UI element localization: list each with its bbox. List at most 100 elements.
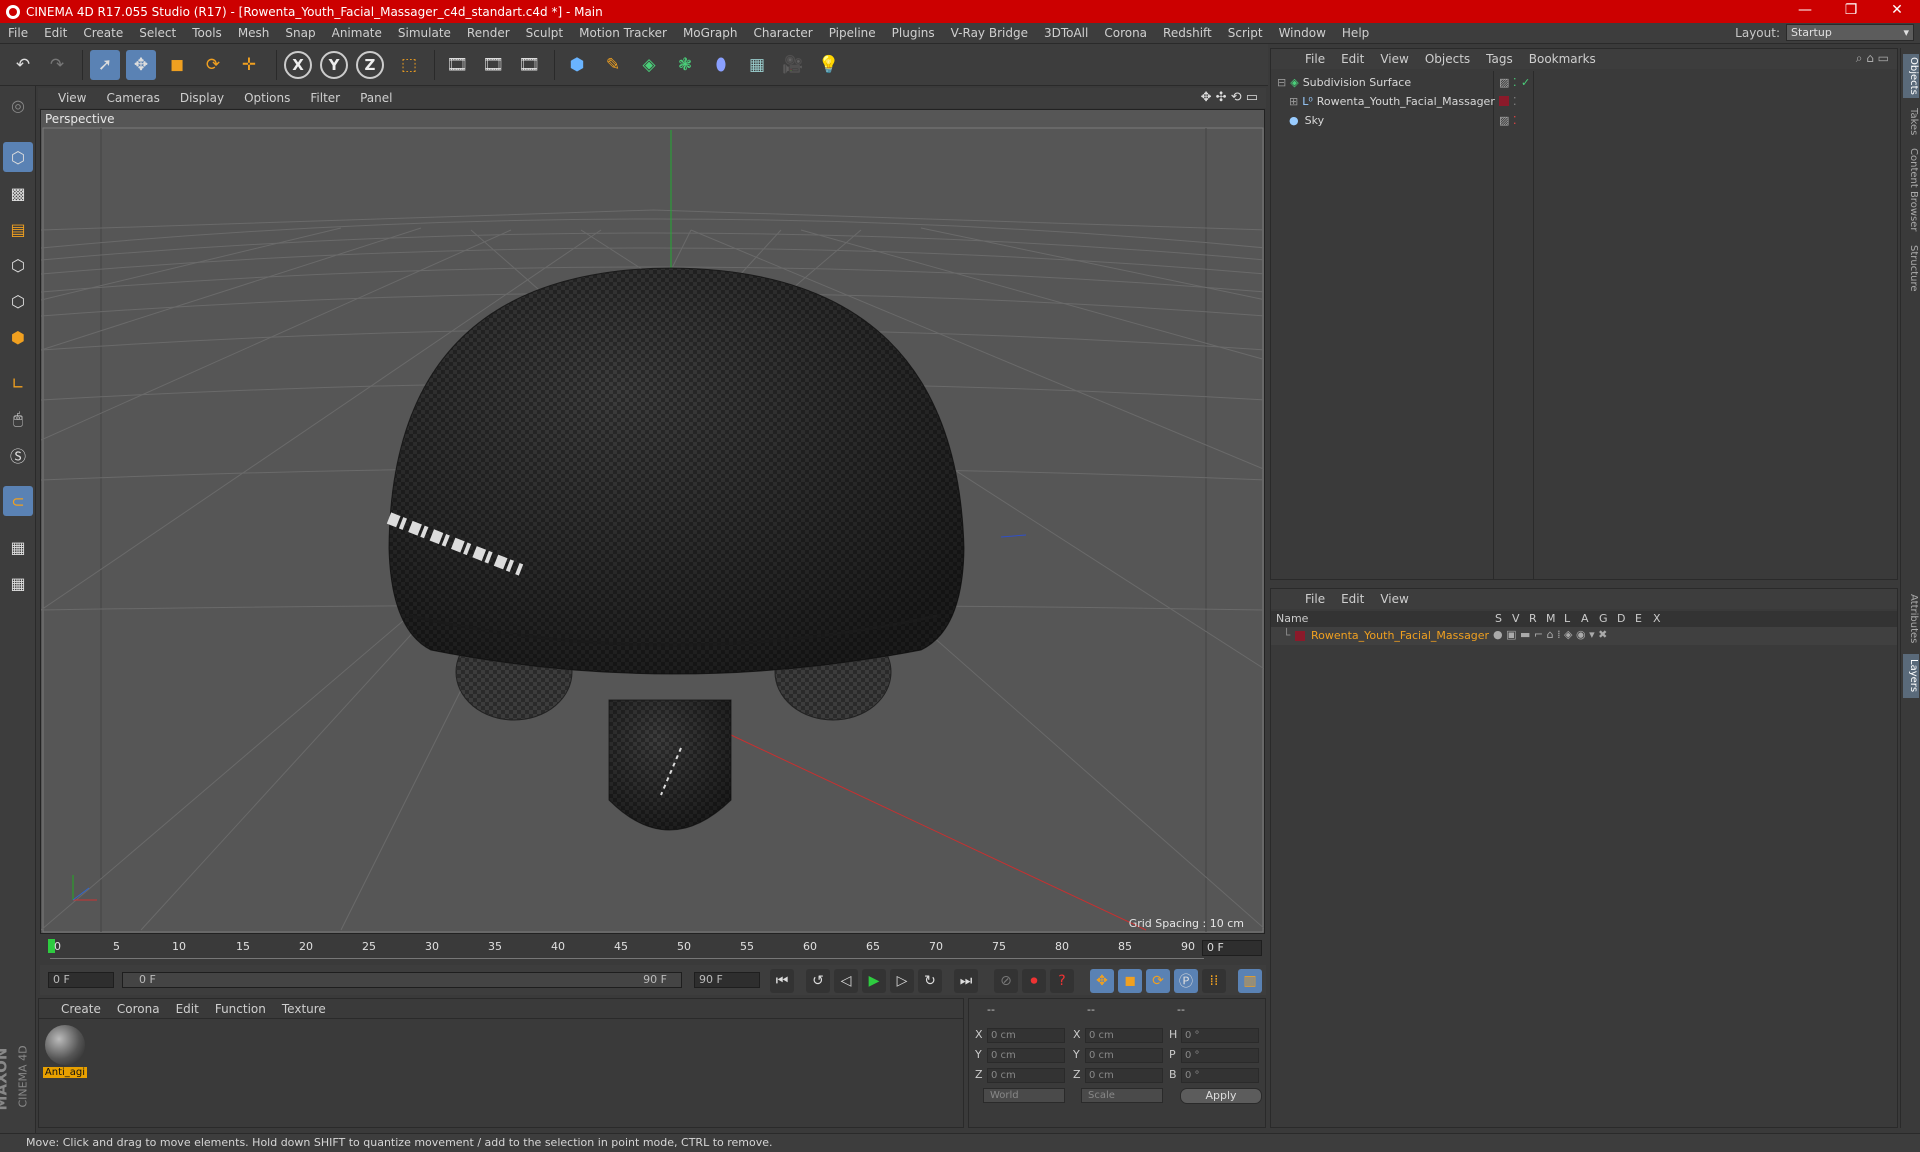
key-position-icon[interactable]: ✥ <box>1090 969 1114 993</box>
massager-model[interactable] <box>386 267 965 831</box>
layer-toggle-icon[interactable]: ▨ <box>1499 114 1509 127</box>
play-icon[interactable]: ▶ <box>862 969 886 993</box>
coordinate-system-icon[interactable]: ⬚ <box>394 50 424 80</box>
timeline[interactable]: 0 5 10 15 20 25 30 35 40 45 50 55 60 65 … <box>40 936 1266 962</box>
menu-pipeline[interactable]: Pipeline <box>821 26 884 40</box>
layers-menu-view[interactable]: View <box>1372 592 1416 606</box>
object-row-subdivision-surface[interactable]: ⊟ ◈ Subdivision Surface ▨ ⁚ ✓ <box>1271 73 1897 91</box>
size-z-field[interactable]: 0 cm <box>1085 1068 1163 1083</box>
cube-primitive-icon[interactable]: ⬢ <box>562 50 592 80</box>
viewport-menu-cameras[interactable]: Cameras <box>96 91 169 105</box>
viewport-menu-panel[interactable]: Panel <box>350 91 402 105</box>
coordinate-space-dropdown[interactable]: World <box>983 1088 1065 1103</box>
viewport-menu-filter[interactable]: Filter <box>300 91 350 105</box>
layer-row[interactable]: └ Rowenta_Youth_Facial_Massager ● ▣ ▬ ⌐ … <box>1271 627 1897 645</box>
menu-redshift[interactable]: Redshift <box>1155 26 1220 40</box>
current-frame-field[interactable]: 0 F <box>1202 940 1262 956</box>
key-scale-icon[interactable]: ◼ <box>1118 969 1142 993</box>
deformer-icon[interactable]: ⬮ <box>706 50 736 80</box>
layer-toggle-icon[interactable]: ▨ <box>1499 76 1509 89</box>
autokey-icon[interactable]: ? <box>1050 969 1074 993</box>
layers-menu-file[interactable]: File <box>1297 592 1333 606</box>
objects-menu-tags[interactable]: Tags <box>1478 52 1521 66</box>
menu-simulate[interactable]: Simulate <box>390 26 459 40</box>
menu-mesh[interactable]: Mesh <box>230 26 278 40</box>
pos-z-field[interactable]: 0 cm <box>987 1068 1065 1083</box>
objects-menu-file[interactable]: File <box>1297 52 1333 66</box>
menu-create[interactable]: Create <box>75 26 131 40</box>
objects-menu-view[interactable]: View <box>1372 52 1416 66</box>
key-parameter-icon[interactable]: Ⓟ <box>1174 969 1198 993</box>
workplane-mode-icon[interactable]: ▤ <box>3 214 33 244</box>
menu-snap[interactable]: Snap <box>277 26 323 40</box>
z-axis-lock-button[interactable]: Z <box>356 51 384 79</box>
go-to-end-icon[interactable]: ⏭ <box>954 969 978 993</box>
enabled-check-icon[interactable]: ✓ <box>1521 76 1530 89</box>
undo-icon[interactable]: ↶ <box>8 50 38 80</box>
menu-motion-tracker[interactable]: Motion Tracker <box>571 26 675 40</box>
visibility-dots-icon[interactable]: ⁚ <box>1513 114 1517 127</box>
make-editable-icon[interactable]: ◎ <box>3 90 33 120</box>
next-frame-icon[interactable]: ▷ <box>890 969 914 993</box>
scale-tool-icon[interactable]: ◼ <box>162 50 192 80</box>
menu-render[interactable]: Render <box>459 26 518 40</box>
layer-color-swatch[interactable] <box>1499 96 1509 106</box>
pos-x-field[interactable]: 0 cm <box>987 1028 1065 1043</box>
menu-animate[interactable]: Animate <box>324 26 390 40</box>
material-menu-corona[interactable]: Corona <box>109 1002 168 1016</box>
material-swatch[interactable]: Anti_agi <box>43 1025 87 1081</box>
visibility-dots-icon[interactable]: ⁚ <box>1513 76 1517 89</box>
render-settings-icon[interactable]: 🎞 <box>514 50 544 80</box>
rot-p-field[interactable]: 0 ° <box>1181 1048 1259 1063</box>
menu-help[interactable]: Help <box>1334 26 1377 40</box>
model-mode-icon[interactable]: ⬡ <box>3 142 33 172</box>
end-frame-field[interactable]: 90 F <box>694 972 760 988</box>
select-tool-icon[interactable]: ➚ <box>90 50 120 80</box>
move-tool-icon[interactable]: ✥ <box>126 50 156 80</box>
tab-objects[interactable]: Objects <box>1903 54 1919 98</box>
objects-menu-objects[interactable]: Objects <box>1417 52 1478 66</box>
menu-script[interactable]: Script <box>1220 26 1271 40</box>
material-menu-edit[interactable]: Edit <box>168 1002 207 1016</box>
minimize-button[interactable]: — <box>1782 0 1828 23</box>
viewport-menu-options[interactable]: Options <box>234 91 300 105</box>
material-menu-texture[interactable]: Texture <box>274 1002 334 1016</box>
close-button[interactable]: ✕ <box>1874 0 1920 23</box>
go-to-start-icon[interactable]: ⏮ <box>770 969 794 993</box>
magnet-icon[interactable]: ⊂ <box>3 486 33 516</box>
menu-edit[interactable]: Edit <box>36 26 75 40</box>
redo-icon[interactable]: ↷ <box>42 50 72 80</box>
next-key-icon[interactable]: ↻ <box>918 969 942 993</box>
viewport-navigation-icons[interactable]: ✥ ✣ ⟲ ▭ <box>1201 90 1258 105</box>
objects-menu-bookmarks[interactable]: Bookmarks <box>1521 52 1604 66</box>
points-mode-icon[interactable]: ⬡ <box>3 250 33 280</box>
tab-takes[interactable]: Takes <box>1903 104 1919 140</box>
tab-layers[interactable]: Layers <box>1903 654 1919 698</box>
light-icon[interactable]: 💡 <box>814 50 844 80</box>
menu-plugins[interactable]: Plugins <box>884 26 943 40</box>
objects-search-home-icons[interactable]: ⌕ ⌂ ▭ <box>1856 51 1889 66</box>
timeline-window-icon[interactable]: ▥ <box>1238 969 1262 993</box>
size-y-field[interactable]: 0 cm <box>1085 1048 1163 1063</box>
size-mode-dropdown[interactable]: Scale <box>1081 1088 1163 1103</box>
maximize-button[interactable]: ❐ <box>1828 0 1874 23</box>
viewport-menu-view[interactable]: View <box>38 91 96 105</box>
menu-3dtoall[interactable]: 3DToAll <box>1036 26 1096 40</box>
tab-content-browser[interactable]: Content Browser <box>1903 146 1919 234</box>
move-last-tool-icon[interactable]: ✛ <box>234 50 264 80</box>
tab-structure[interactable]: Structure <box>1903 240 1919 296</box>
edges-mode-icon[interactable]: ⬡ <box>3 286 33 316</box>
axis-mode-icon[interactable]: ∟ <box>3 368 33 398</box>
layout-dropdown[interactable]: Startup <box>1786 24 1914 41</box>
tab-attributes[interactable]: Attributes <box>1903 588 1919 650</box>
start-frame-field[interactable]: 0 F <box>48 972 114 988</box>
x-axis-lock-button[interactable]: X <box>284 51 312 79</box>
tweak-mode-icon[interactable]: 🖱 <box>3 404 33 434</box>
rot-h-field[interactable]: 0 ° <box>1181 1028 1259 1043</box>
planar-workplane-icon[interactable]: ▦ <box>3 568 33 598</box>
key-rotation-icon[interactable]: ⟳ <box>1146 969 1170 993</box>
object-row-sky[interactable]: ● Sky ▨ ⁚ <box>1271 111 1897 129</box>
object-row-massager[interactable]: ⊞ L⁰ Rowenta_Youth_Facial_Massager ⁚ <box>1271 92 1897 110</box>
lock-workplane-icon[interactable]: ▦ <box>3 532 33 562</box>
key-pla-icon[interactable]: ⁞⁞ <box>1202 969 1226 993</box>
